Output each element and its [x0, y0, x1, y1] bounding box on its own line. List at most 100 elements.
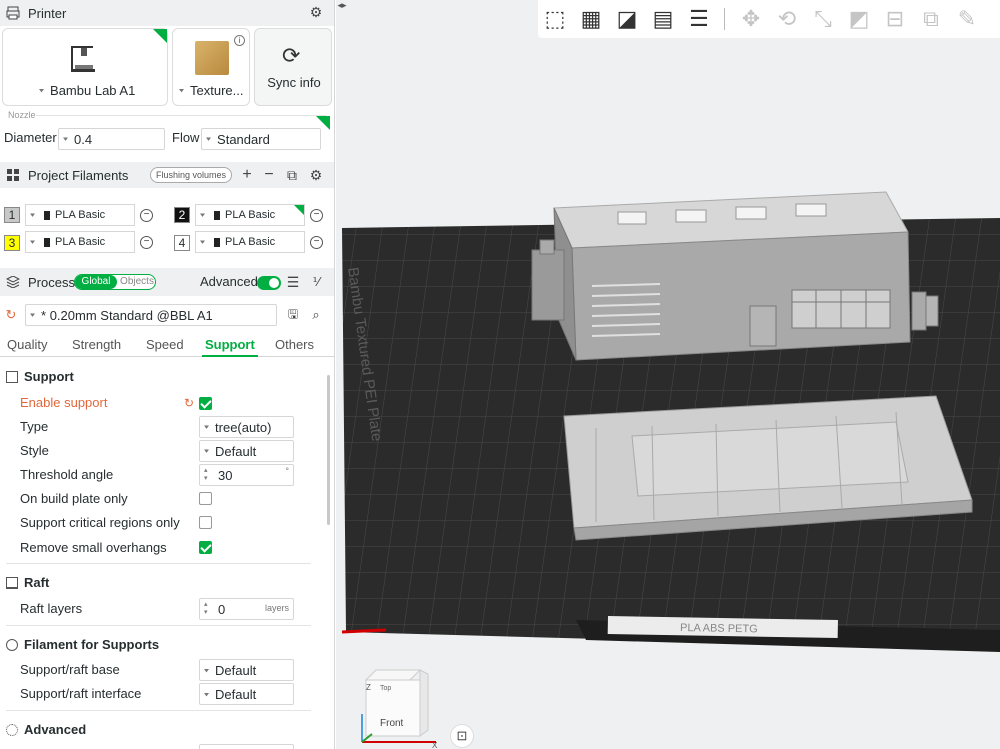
- filament-1-number[interactable]: 1: [4, 207, 20, 223]
- global-option[interactable]: Global: [75, 275, 117, 289]
- fit-view-icon[interactable]: ⊡: [450, 724, 474, 748]
- type-select[interactable]: ▾ tree(auto): [199, 416, 294, 438]
- advanced-label: Advanced: [200, 274, 258, 289]
- list-icon[interactable]: ☰: [284, 273, 302, 291]
- support-raft-interface-value: Default: [215, 686, 257, 702]
- support-raft-base-label: Support/raft base: [20, 662, 120, 677]
- filament-4-number[interactable]: 4: [174, 235, 190, 251]
- settings-sidebar: Printer ⚙ ▾ Bambu Lab A1 i ▾ Texture...: [0, 0, 335, 749]
- filament-1-select[interactable]: ▾ PLA Basic: [25, 204, 135, 226]
- flow-select[interactable]: ▾ Standard: [201, 128, 321, 150]
- remove-overhangs-checkbox[interactable]: [199, 541, 212, 554]
- boolean-icon[interactable]: ⧉: [916, 4, 946, 34]
- global-objects-switch[interactable]: Global Objects: [74, 274, 156, 290]
- filament-spool-icon: [6, 638, 18, 651]
- divider: [724, 8, 725, 30]
- info-icon[interactable]: i: [234, 35, 245, 46]
- printer-icon: [6, 6, 20, 20]
- objects-option[interactable]: Objects: [119, 275, 155, 289]
- support-raft-base-select[interactable]: ▾ Default: [199, 659, 294, 681]
- modified-corner-indicator: [294, 205, 304, 215]
- remove-overhangs-label: Remove small overhangs: [20, 540, 167, 555]
- divider: [6, 625, 311, 626]
- rotate-icon[interactable]: ⟲: [772, 4, 802, 34]
- process-preset-select[interactable]: ▾ * 0.20mm Standard @BBL A1: [25, 304, 277, 326]
- advanced-toggle[interactable]: [257, 276, 281, 290]
- roof-window: [617, 211, 647, 225]
- tab-others[interactable]: Others: [275, 337, 314, 352]
- advanced-first-select[interactable]: [199, 744, 294, 749]
- build-plate-only-checkbox[interactable]: [199, 492, 212, 505]
- threshold-angle-label: Threshold angle: [20, 467, 114, 482]
- view-cube[interactable]: [361, 669, 436, 743]
- support-paint-icon[interactable]: ✎: [952, 4, 982, 34]
- flushing-volumes-button[interactable]: Flushing volumes: [150, 167, 233, 183]
- filament-2-select[interactable]: ▾ PLA Basic: [195, 204, 305, 226]
- filament-2-remove-icon[interactable]: −: [310, 209, 323, 222]
- gear-icon: [6, 723, 18, 736]
- filament-2-number[interactable]: 2: [174, 207, 190, 223]
- plate-label-text: PLA ABS PETG: [680, 622, 758, 635]
- style-select[interactable]: ▾ Default: [199, 440, 294, 462]
- compare-icon[interactable]: ⅟: [307, 273, 325, 291]
- save-icon[interactable]: 🖫: [284, 306, 302, 324]
- enable-support-checkbox[interactable]: [199, 397, 212, 410]
- printer-card[interactable]: ▾ Bambu Lab A1: [2, 28, 168, 106]
- view-cube-top-label: Top: [380, 685, 391, 692]
- add-plate-icon[interactable]: ▦: [576, 4, 606, 34]
- reset-icon[interactable]: ↻: [2, 306, 20, 324]
- tab-speed[interactable]: Speed: [146, 337, 184, 352]
- filament-supports-group-title: Filament for Supports: [24, 637, 160, 652]
- spinner-arrows-icon[interactable]: ▴ ▾: [204, 467, 214, 483]
- split-layers-icon[interactable]: ☰: [684, 4, 714, 34]
- 3d-viewport[interactable]: ◂▸ Bambu Textured PEI Plate PLA ABS PETG…: [336, 0, 1000, 749]
- printer-section-header[interactable]: Printer: [0, 0, 334, 26]
- printer-section-title: Printer: [28, 5, 67, 21]
- tab-quality[interactable]: Quality: [7, 337, 47, 352]
- search-icon[interactable]: ⌕: [307, 306, 325, 324]
- support-icon: [6, 370, 18, 383]
- filament-4-remove-icon[interactable]: −: [310, 236, 323, 249]
- support-group-header: Support: [6, 369, 74, 384]
- divider: [6, 710, 311, 711]
- filament-3-select[interactable]: ▾ PLA Basic: [25, 231, 135, 253]
- cut-icon[interactable]: ⊟: [880, 4, 910, 34]
- lay-on-face-icon[interactable]: ◩: [844, 4, 874, 34]
- filament-3-remove-icon[interactable]: −: [140, 236, 153, 249]
- scale-icon[interactable]: ⤡: [808, 4, 838, 34]
- gear-icon[interactable]: ⚙: [307, 166, 325, 184]
- build-plate-only-label: On build plate only: [20, 491, 128, 506]
- auto-orient-icon[interactable]: ◪: [612, 4, 642, 34]
- type-label: Type: [20, 419, 49, 434]
- support-raft-base-value: Default: [215, 662, 257, 678]
- plate-card[interactable]: i ▾ Texture...: [172, 28, 250, 106]
- spinner-arrows-icon[interactable]: ▴ ▾: [204, 601, 214, 617]
- chevron-down-icon: ▾: [39, 86, 45, 95]
- reset-icon[interactable]: ↻: [180, 394, 198, 412]
- filament-4-select[interactable]: ▾ PLA Basic: [195, 231, 305, 253]
- settings-scrollbar[interactable]: [327, 375, 330, 525]
- gear-icon[interactable]: ⚙: [307, 3, 325, 21]
- sync-info-button[interactable]: ⟳ Sync info: [254, 28, 332, 106]
- add-object-icon[interactable]: ⬚: [540, 4, 570, 34]
- add-icon[interactable]: +: [238, 166, 256, 184]
- threshold-angle-spinner[interactable]: ▴ ▾ 30 °: [199, 464, 294, 486]
- sync-icon: ⟳: [282, 43, 301, 68]
- roof-window: [735, 206, 767, 220]
- process-layers-icon: [6, 275, 20, 289]
- filament-3-number[interactable]: 3: [4, 235, 20, 251]
- tab-strength[interactable]: Strength: [72, 337, 121, 352]
- raft-layers-spinner[interactable]: ▴ ▾ 0 layers: [199, 598, 294, 620]
- flow-label: Flow: [172, 130, 200, 145]
- diameter-value: 0.4: [74, 131, 93, 147]
- tab-support[interactable]: Support: [205, 337, 255, 352]
- diameter-select[interactable]: ▾ 0.4: [58, 128, 165, 150]
- move-icon[interactable]: ✥: [736, 4, 766, 34]
- filament-1-remove-icon[interactable]: −: [140, 209, 153, 222]
- critical-regions-checkbox[interactable]: [199, 516, 212, 529]
- arrange-icon[interactable]: ▤: [648, 4, 678, 34]
- support-raft-interface-select[interactable]: ▾ Default: [199, 683, 294, 705]
- flow-value: Standard: [217, 131, 270, 147]
- remove-icon[interactable]: −: [260, 166, 278, 184]
- sync-filament-icon[interactable]: ⧉: [283, 166, 301, 184]
